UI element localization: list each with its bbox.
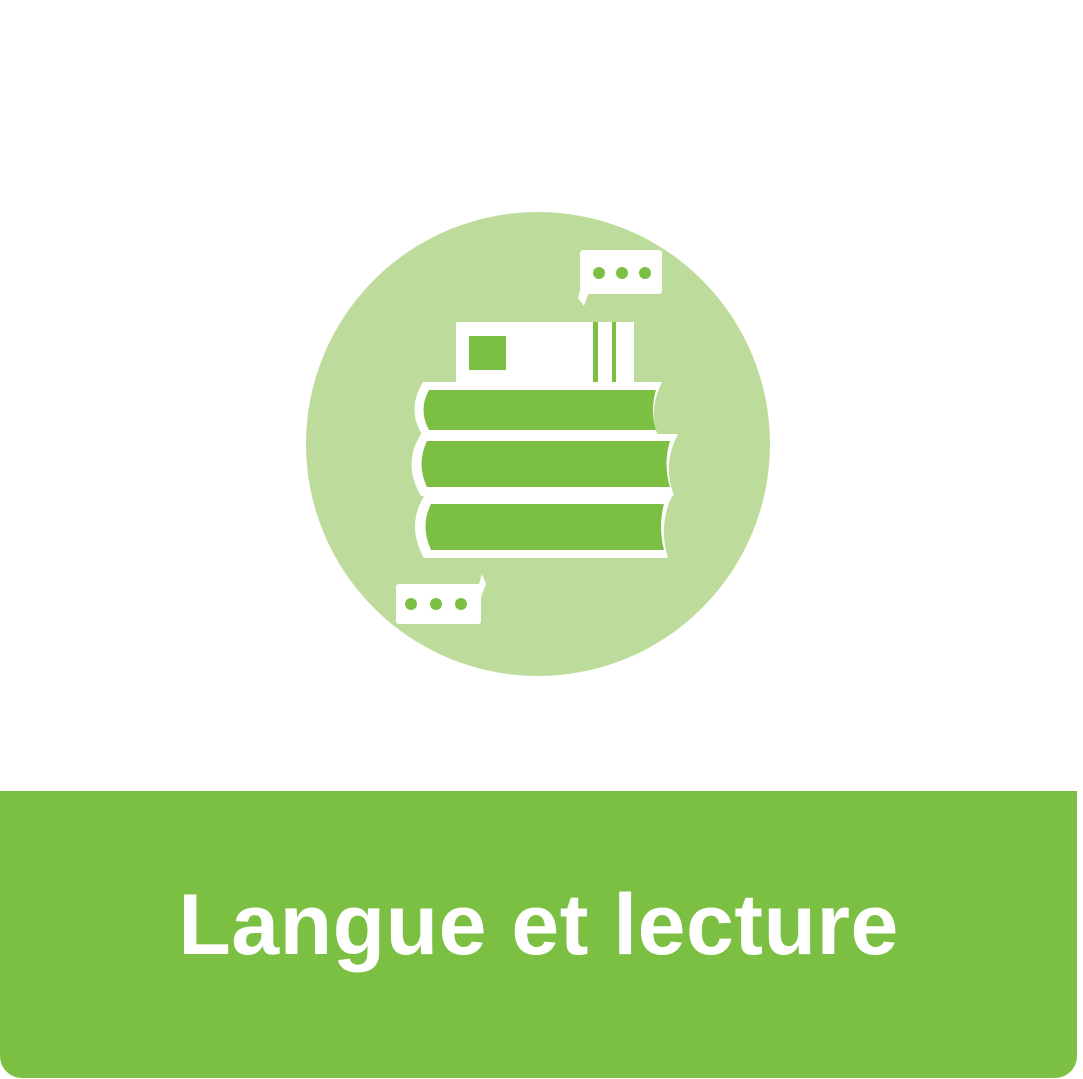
- book-three-icon: [415, 496, 672, 558]
- books-with-speech-bubbles-icon: [306, 212, 770, 676]
- category-card[interactable]: Langue et lecture: [0, 0, 1083, 1079]
- banner-title: Langue et lecture: [178, 877, 899, 973]
- top-book-icon: [456, 322, 634, 386]
- book-two-icon: [411, 434, 678, 496]
- title-banner[interactable]: Langue et lecture: [0, 791, 1077, 1078]
- book-one-icon: [414, 382, 662, 436]
